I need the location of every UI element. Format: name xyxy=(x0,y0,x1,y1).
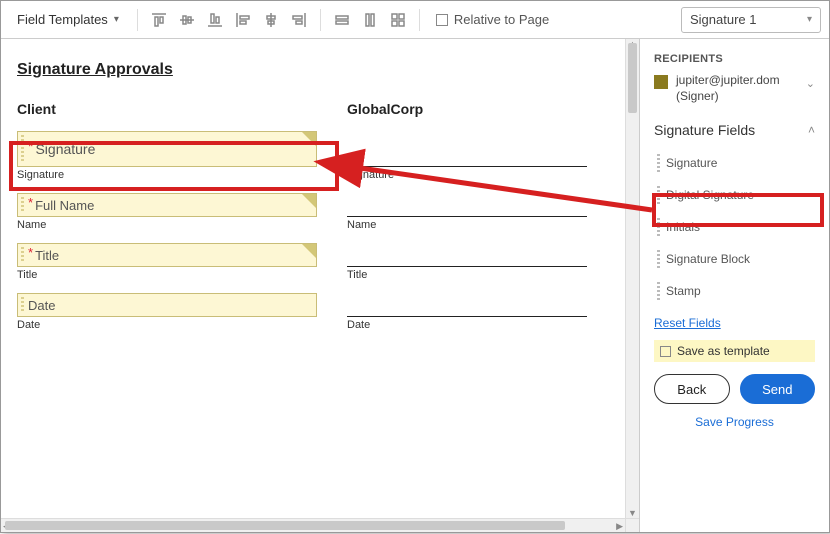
sigfield-label: Stamp xyxy=(666,284,701,298)
chevron-up-icon: ˄ xyxy=(808,123,815,137)
align-top-icon[interactable] xyxy=(148,9,170,31)
button-row: Back Send xyxy=(654,374,815,404)
align-right-icon[interactable] xyxy=(288,9,310,31)
field-signature[interactable]: *Signature xyxy=(17,131,317,167)
scroll-thumb[interactable] xyxy=(628,43,637,113)
toolbar: Field Templates ▾ Relative to Page Signa… xyxy=(1,1,829,39)
save-progress-link[interactable]: Save Progress xyxy=(695,415,774,429)
sigfield-label: Signature Block xyxy=(666,252,750,266)
back-button[interactable]: Back xyxy=(654,374,730,404)
sigfield-label: Initials xyxy=(666,220,700,234)
app-window: Field Templates ▾ Relative to Page Signa… xyxy=(0,0,830,533)
field-placeholder: Title xyxy=(35,248,59,263)
sigfield-label: Digital Signature xyxy=(666,188,754,202)
field-label: Date xyxy=(347,319,587,331)
columns: Client *Signature Signature *Full Name N… xyxy=(17,101,605,343)
scroll-right-icon[interactable]: ▶ xyxy=(616,519,623,532)
column-globalcorp: GlobalCorp Signature Name Title Date xyxy=(347,101,587,343)
signer-select[interactable]: Signature 1 ▾ xyxy=(681,7,821,33)
recipient-email: jupiter@jupiter.dom xyxy=(676,73,780,89)
signature-fields-heading: Signature Fields xyxy=(654,122,755,138)
relative-to-page-label: Relative to Page xyxy=(454,12,549,27)
field-label: Name xyxy=(347,219,587,231)
save-as-template-checkbox[interactable]: Save as template xyxy=(654,340,815,362)
separator xyxy=(419,9,420,31)
field-placeholder: Date xyxy=(28,298,55,313)
field-label: Title xyxy=(347,269,587,281)
field-templates-label: Field Templates xyxy=(17,12,108,27)
sigfield-digital-signature[interactable]: Digital Signature xyxy=(654,180,815,210)
right-panel: RECIPIENTS jupiter@jupiter.dom (Signer) … xyxy=(639,39,829,532)
checkbox-icon xyxy=(660,346,671,357)
separator xyxy=(320,9,321,31)
align-center-icon[interactable] xyxy=(260,9,282,31)
recipient-row[interactable]: jupiter@jupiter.dom (Signer) ⌄ xyxy=(654,73,815,104)
blank-line xyxy=(347,131,587,167)
match-both-icon[interactable] xyxy=(387,9,409,31)
reset-fields-link[interactable]: Reset Fields xyxy=(654,316,815,330)
chevron-down-icon: ▾ xyxy=(114,14,119,25)
field-label: Name xyxy=(17,219,317,231)
recipient-role: (Signer) xyxy=(676,89,780,105)
sigfield-initials[interactable]: Initials xyxy=(654,212,815,242)
sigfield-signature[interactable]: Signature xyxy=(654,148,815,178)
send-button[interactable]: Send xyxy=(740,374,816,404)
field-templates-dropdown[interactable]: Field Templates ▾ xyxy=(9,8,127,31)
field-placeholder: Signature xyxy=(35,141,95,157)
sigfield-signature-block[interactable]: Signature Block xyxy=(654,244,815,274)
column-client: Client *Signature Signature *Full Name N… xyxy=(17,101,317,343)
field-fullname[interactable]: *Full Name xyxy=(17,193,317,217)
field-label: Title xyxy=(17,269,317,281)
save-as-template-label: Save as template xyxy=(677,344,770,358)
horizontal-scrollbar[interactable]: ◀ ▶ xyxy=(1,518,625,532)
separator xyxy=(137,9,138,31)
column-heading: GlobalCorp xyxy=(347,101,587,117)
scroll-corner xyxy=(625,518,639,532)
align-middle-icon[interactable] xyxy=(176,9,198,31)
field-title[interactable]: *Title xyxy=(17,243,317,267)
signer-select-value: Signature 1 xyxy=(690,12,757,27)
sigfield-stamp[interactable]: Stamp xyxy=(654,276,815,306)
align-bottom-icon[interactable] xyxy=(204,9,226,31)
match-height-icon[interactable] xyxy=(359,9,381,31)
match-width-icon[interactable] xyxy=(331,9,353,31)
column-heading: Client xyxy=(17,101,317,117)
field-placeholder: Full Name xyxy=(35,198,94,213)
align-left-icon[interactable] xyxy=(232,9,254,31)
blank-line xyxy=(347,243,587,267)
vertical-scrollbar[interactable]: ▲ ▼ xyxy=(625,39,639,518)
recipient-color-swatch xyxy=(654,75,668,89)
field-label: Signature xyxy=(347,169,587,181)
body: Signature Approvals Client *Signature Si… xyxy=(1,39,829,532)
signature-fields-section-header[interactable]: Signature Fields ˄ xyxy=(654,122,815,138)
document-canvas[interactable]: Signature Approvals Client *Signature Si… xyxy=(1,39,625,518)
field-label: Date xyxy=(17,319,317,331)
checkbox-icon xyxy=(436,14,448,26)
chevron-down-icon: ⌄ xyxy=(806,77,815,90)
relative-to-page-toggle[interactable]: Relative to Page xyxy=(436,12,549,27)
sigfield-label: Signature xyxy=(666,156,717,170)
document-title: Signature Approvals xyxy=(17,61,605,79)
chevron-down-icon: ▾ xyxy=(807,14,812,25)
scroll-down-icon[interactable]: ▼ xyxy=(626,508,639,518)
document-area: Signature Approvals Client *Signature Si… xyxy=(1,39,639,532)
blank-line xyxy=(347,293,587,317)
scroll-thumb[interactable] xyxy=(5,521,565,530)
recipients-heading: RECIPIENTS xyxy=(654,53,815,65)
field-date[interactable]: Date xyxy=(17,293,317,317)
field-label: Signature xyxy=(17,169,317,181)
blank-line xyxy=(347,193,587,217)
